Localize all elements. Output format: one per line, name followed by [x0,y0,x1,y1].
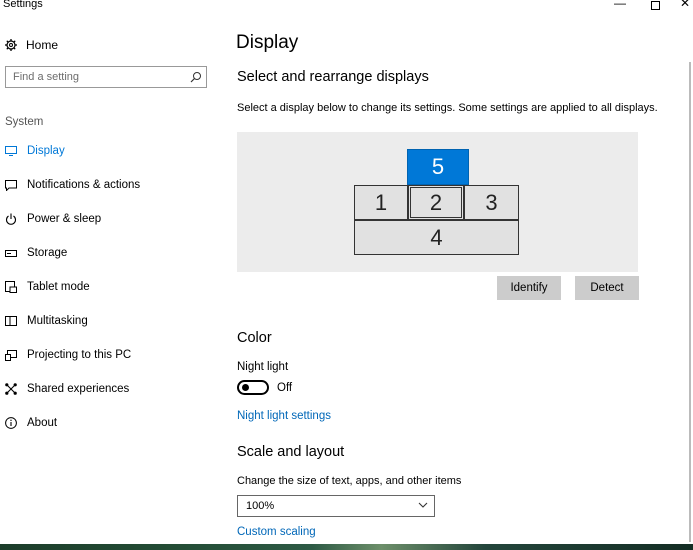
taskbar-strip [0,544,693,550]
sidebar-item-projecting[interactable]: Projecting to this PC [0,344,220,366]
sidebar-item-label: Storage [27,247,68,259]
sidebar-item-notifications[interactable]: Notifications & actions [0,174,220,196]
search-placeholder: Find a setting [13,71,80,83]
sidebar-item-multitasking[interactable]: Multitasking [0,310,220,332]
sidebar-item-label: Power & sleep [27,213,102,225]
tablet-mode-icon [5,281,17,293]
sidebar-item-tablet-mode[interactable]: Tablet mode [0,276,220,298]
sidebar-item-label: Shared experiences [27,383,130,395]
display-5[interactable]: 5 [407,149,469,185]
title-bar: Settings — ✕ [0,0,693,14]
sidebar-item-label: Projecting to this PC [27,349,132,361]
sidebar-item-label: Tablet mode [27,281,90,293]
maximize-icon [650,1,660,10]
page-title: Display [236,32,299,53]
night-light-label: Night light [237,361,289,373]
home-nav-item[interactable]: Home [5,36,58,54]
multitasking-icon [5,316,17,326]
projecting-icon [5,349,17,361]
storage-icon [5,249,17,257]
info-icon [5,417,17,429]
night-light-settings-link[interactable]: Night light settings [237,410,331,422]
section-label-system: System [5,116,44,128]
sidebar-item-label: Multitasking [27,315,88,327]
power-icon [6,213,16,225]
scale-value: 100% [246,500,275,512]
arrange-heading: Select and rearrange displays [237,69,429,85]
detect-button[interactable]: Detect [575,276,639,300]
notification-icon [5,179,17,191]
sidebar: Home Find a setting System Display Notif… [0,14,220,550]
scale-dropdown[interactable]: 100% [237,495,435,517]
scale-heading: Scale and layout [237,444,345,460]
display-2[interactable]: 2 [408,185,464,220]
minimize-button[interactable]: — [605,0,635,12]
maximize-button[interactable] [640,0,670,12]
sidebar-item-storage[interactable]: Storage [0,242,220,264]
arrange-description: Select a display below to change its set… [237,102,658,114]
identify-button[interactable]: Identify [497,276,561,300]
monitor-icon [5,146,17,156]
sidebar-item-label: Notifications & actions [27,179,141,191]
shared-experiences-icon [5,383,17,395]
sidebar-item-label: Display [27,145,65,157]
sidebar-item-shared-experiences[interactable]: Shared experiences [0,378,220,400]
night-light-toggle[interactable] [237,380,269,395]
color-heading: Color [237,330,272,346]
scale-description: Change the size of text, apps, and other… [237,475,462,487]
display-1[interactable]: 1 [354,185,408,220]
main-content: Display Select and rearrange displays Se… [220,14,693,550]
home-label: Home [26,38,59,52]
sidebar-item-label: About [27,417,58,429]
close-button[interactable]: ✕ [670,0,693,12]
gear-icon [5,39,17,51]
display-3[interactable]: 3 [464,185,519,220]
window-title: Settings [3,0,43,10]
display-arrangement-panel: 5 1 2 3 4 [237,132,638,272]
chevron-down-icon [418,502,428,508]
search-icon [190,72,201,83]
night-light-state: Off [277,382,293,394]
scrollbar[interactable] [689,62,691,542]
toggle-knob [242,384,249,391]
sidebar-item-power-sleep[interactable]: Power & sleep [0,208,220,230]
display-4[interactable]: 4 [354,220,519,255]
sidebar-item-about[interactable]: About [0,412,220,434]
sidebar-item-display[interactable]: Display [0,140,220,162]
search-input[interactable]: Find a setting [5,66,207,88]
custom-scaling-link[interactable]: Custom scaling [237,526,316,538]
